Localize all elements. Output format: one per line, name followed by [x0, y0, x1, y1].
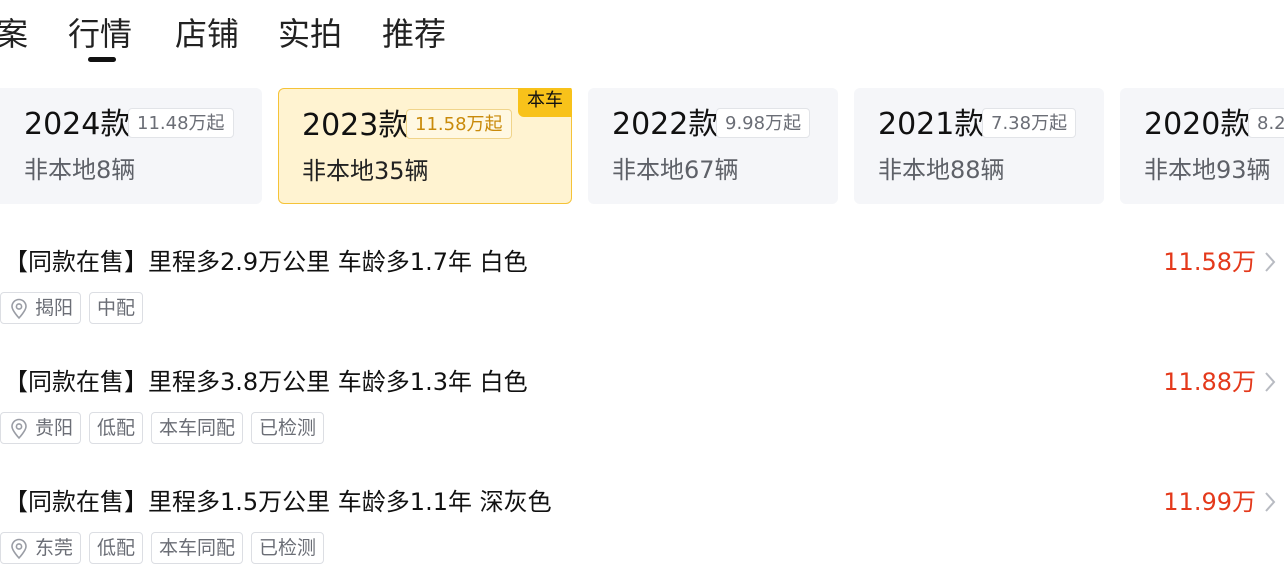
location-pin-icon	[11, 538, 27, 560]
year-label: 2024款	[24, 107, 131, 142]
same-config-tag: 本车同配	[151, 532, 244, 564]
listing-title: 【同款在售】里程多1.5万公里 车龄多1.1年 深灰色	[4, 488, 552, 516]
active-tab-indicator	[88, 57, 116, 62]
listing-item[interactable]: 【同款在售】里程多2.9万公里 车龄多1.7年 白色 11.58万 揭阳 中配	[0, 246, 1284, 336]
inspected-tag: 已检测	[251, 412, 325, 444]
year-label: 2020款	[1144, 107, 1251, 142]
listing-item[interactable]: 【同款在售】里程多1.5万公里 车龄多1.1年 深灰色 11.99万 东莞 低配…	[0, 486, 1284, 576]
year-card-2022[interactable]: 2022款 9.98万起 非本地67辆	[588, 88, 838, 204]
starting-price-badge: 11.48万起	[128, 108, 234, 138]
location-pin-icon	[11, 418, 27, 440]
year-card-2023[interactable]: 2023款 11.58万起 非本地35辆 本车	[278, 88, 572, 204]
tab-recommend[interactable]: 推荐	[382, 14, 446, 54]
tab-bar: 案 行情 店铺 实拍 推荐	[0, 0, 1284, 70]
listing-count: 非本地88辆	[878, 156, 1005, 184]
listing-count: 非本地8辆	[24, 156, 136, 184]
listing-count: 非本地35辆	[302, 157, 429, 185]
model-year-selector: 2024款 11.48万起 非本地8辆 2023款 11.58万起 非本地35辆…	[0, 88, 1284, 204]
listing-count: 非本地67辆	[612, 156, 739, 184]
current-car-badge: 本车	[518, 88, 572, 117]
same-config-tag: 本车同配	[151, 412, 244, 444]
config-tag: 低配	[89, 412, 144, 444]
listing-item[interactable]: 【同款在售】里程多3.8万公里 车龄多1.3年 白色 11.88万 贵阳 低配本…	[0, 366, 1284, 456]
year-label: 2022款	[612, 107, 719, 142]
year-card-2021[interactable]: 2021款 7.38万起 非本地88辆	[854, 88, 1104, 204]
starting-price-badge: 11.58万起	[406, 109, 512, 139]
location-tag: 贵阳	[0, 412, 82, 444]
location-tag: 东莞	[0, 532, 82, 564]
tab-store[interactable]: 店铺	[175, 14, 239, 54]
location-name: 东莞	[35, 537, 74, 559]
listing-title: 【同款在售】里程多2.9万公里 车龄多1.7年 白色	[4, 248, 528, 276]
inspected-tag: 已检测	[251, 532, 325, 564]
year-card-2020[interactable]: 2020款 8.2 非本地93辆	[1120, 88, 1284, 204]
starting-price-badge: 9.98万起	[716, 108, 811, 138]
listing-title: 【同款在售】里程多3.8万公里 车龄多1.3年 白色	[4, 368, 528, 396]
location-name: 贵阳	[35, 417, 74, 439]
location-pin-icon	[11, 298, 27, 320]
listing-price: 11.58万	[1163, 248, 1256, 276]
location-tag: 揭阳	[0, 292, 82, 324]
chevron-right-icon	[1265, 372, 1276, 392]
tab-archive[interactable]: 案	[0, 14, 28, 54]
year-card-2024[interactable]: 2024款 11.48万起 非本地8辆	[0, 88, 262, 204]
listing-tags: 东莞 低配 本车同配 已检测	[0, 532, 332, 564]
starting-price-badge: 8.2	[1248, 108, 1284, 138]
chevron-right-icon	[1265, 492, 1276, 512]
listing-price: 11.88万	[1163, 368, 1256, 396]
tab-photos[interactable]: 实拍	[278, 14, 342, 54]
config-tag: 低配	[89, 532, 144, 564]
listing-count: 非本地93辆	[1144, 156, 1271, 184]
starting-price-badge: 7.38万起	[982, 108, 1077, 138]
tab-market[interactable]: 行情	[68, 14, 132, 54]
listing-tags: 贵阳 低配 本车同配 已检测	[0, 412, 332, 444]
location-name: 揭阳	[35, 297, 74, 319]
config-tag: 中配	[89, 292, 144, 324]
chevron-right-icon	[1265, 252, 1276, 272]
year-label: 2021款	[878, 107, 985, 142]
listing-price: 11.99万	[1163, 488, 1256, 516]
listing-tags: 揭阳 中配	[0, 292, 151, 324]
year-label: 2023款	[302, 108, 409, 143]
